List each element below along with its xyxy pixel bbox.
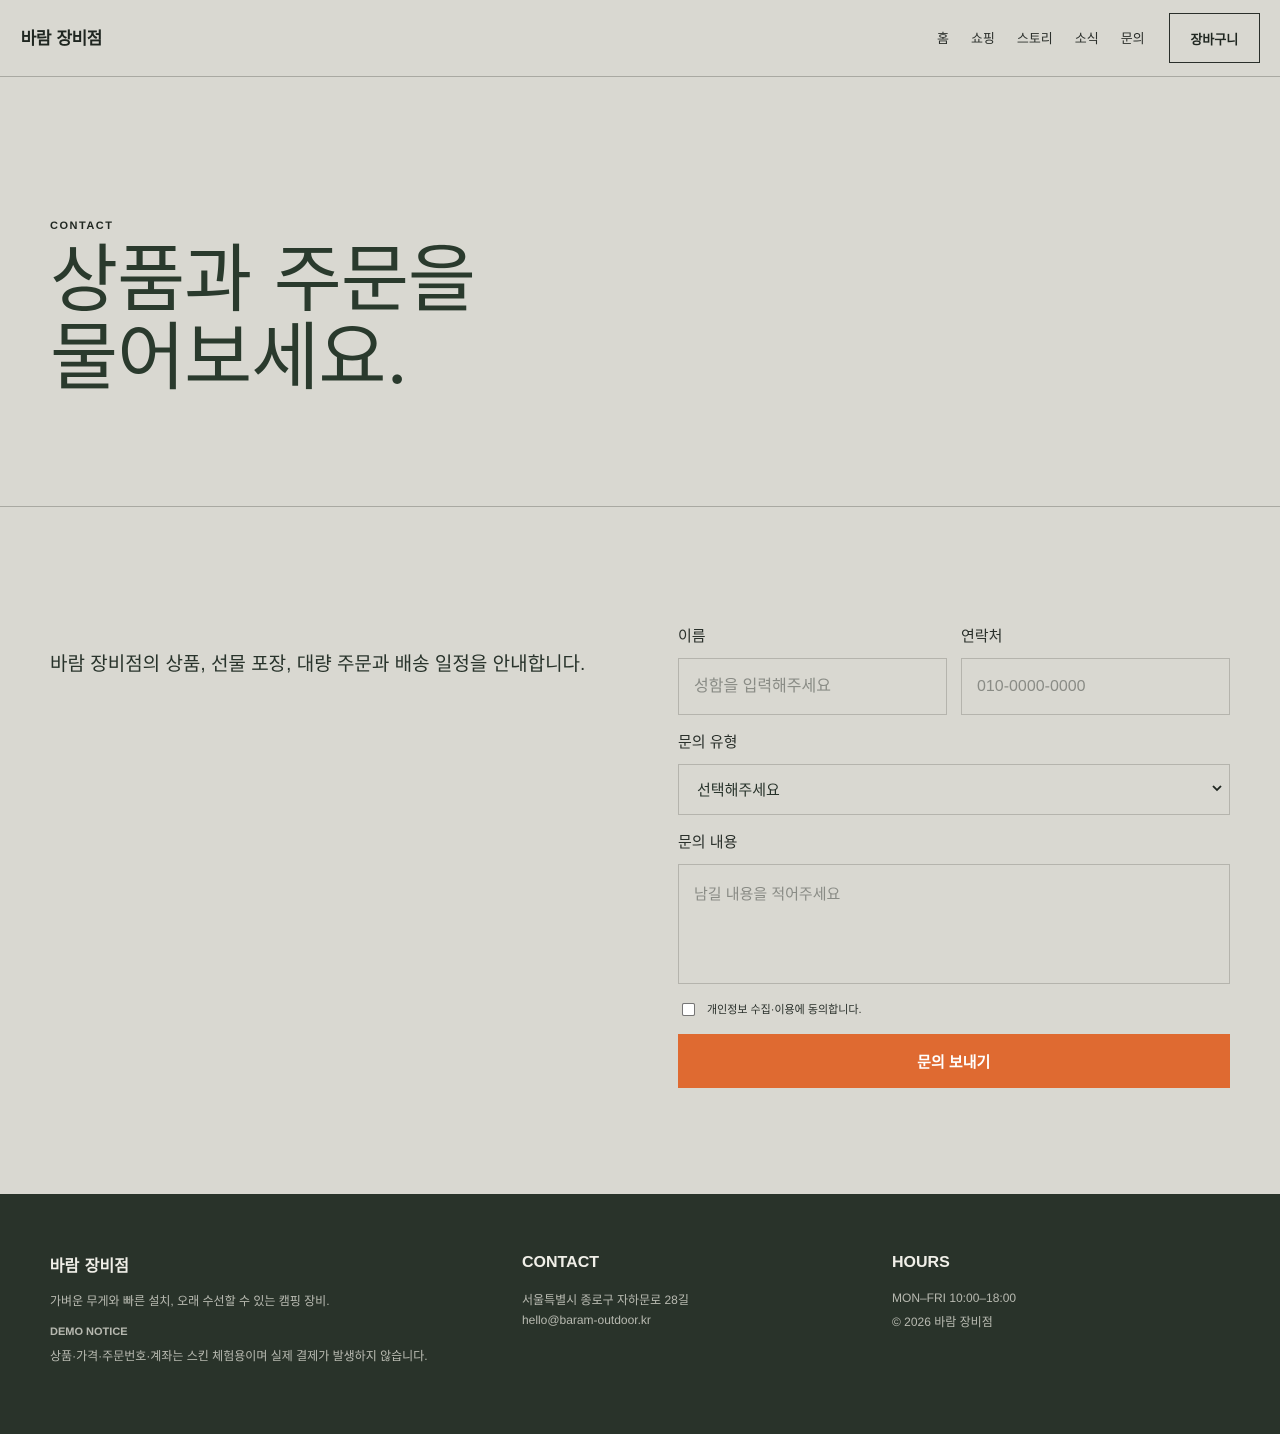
contact-intro: 바람 장비점의 상품, 선물 포장, 대량 주문과 배송 일정을 안내합니다. xyxy=(50,654,586,675)
type-label: 문의 유형 xyxy=(678,734,738,751)
nav-item-contact[interactable]: 문의 xyxy=(1121,28,1145,47)
footer-address: 서울특별시 종로구 자하문로 28길 xyxy=(522,1293,689,1307)
phone-label: 연락처 xyxy=(961,628,1003,645)
name-label: 이름 xyxy=(678,628,706,645)
hero-section: CONTACT 상품과 주문을 물어보세요. xyxy=(0,77,1280,507)
hero-eyebrow: CONTACT xyxy=(50,220,114,232)
site-header: 바람 장비점 홈 쇼핑 스토리 소식 문의 장바구니 xyxy=(0,0,1280,77)
main-nav: 홈 쇼핑 스토리 소식 문의 xyxy=(937,28,1145,47)
nav-item-story[interactable]: 스토리 xyxy=(1017,28,1053,47)
cart-button[interactable]: 장바구니 xyxy=(1169,13,1260,63)
type-group: 문의 유형 선택해주세요 xyxy=(678,731,1230,815)
message-group: 문의 내용 xyxy=(678,831,1230,989)
page-title-line-1: 상품과 주문을 xyxy=(50,237,476,323)
inquiry-type-select[interactable]: 선택해주세요 xyxy=(678,764,1230,815)
footer-hours-heading: HOURS xyxy=(892,1254,950,1271)
consent-row: 개인정보 수집·이용에 동의합니다. xyxy=(678,1001,1230,1017)
footer-tagline: 가벼운 무게와 빠른 설치, 오래 수선할 수 있는 캠핑 장비. xyxy=(50,1294,330,1308)
message-label: 문의 내용 xyxy=(678,834,738,851)
footer-email[interactable]: hello@baram-outdoor.kr xyxy=(522,1313,651,1327)
name-phone-row: 이름 연락처 xyxy=(678,625,1230,715)
nav-item-shop[interactable]: 쇼핑 xyxy=(971,28,995,47)
footer-brand: 바람 장비점 xyxy=(50,1256,130,1275)
footer-notice-text: 상품·가격·주문번호·계좌는 스킨 체험용이며 실제 결제가 발생하지 않습니다… xyxy=(50,1349,428,1363)
footer-notice-title: DEMO NOTICE xyxy=(50,1326,128,1338)
inquiry-type-value: 선택해주세요 xyxy=(697,782,780,799)
message-textarea[interactable] xyxy=(678,864,1230,984)
contact-form: 이름 연락처 문의 유형 선택해주세요 문의 내용 개인정보 수집·이용에 xyxy=(678,625,1230,1088)
page-title-line-2: 물어보세요. xyxy=(50,315,409,401)
nav-item-home[interactable]: 홈 xyxy=(937,28,949,47)
consent-label[interactable]: 개인정보 수집·이용에 동의합니다. xyxy=(707,1001,862,1017)
consent-checkbox[interactable] xyxy=(682,1002,695,1016)
site-footer: 바람 장비점 가벼운 무게와 빠른 설치, 오래 수선할 수 있는 캠핑 장비.… xyxy=(0,1194,1280,1434)
phone-input[interactable] xyxy=(961,658,1230,715)
name-input[interactable] xyxy=(678,658,947,715)
footer-hours: MON–FRI 10:00–18:00 xyxy=(892,1291,1017,1305)
footer-contact-heading: CONTACT xyxy=(522,1254,600,1271)
page-title: 상품과 주문을 물어보세요. xyxy=(50,241,476,397)
phone-group: 연락처 xyxy=(961,625,1230,715)
submit-button[interactable]: 문의 보내기 xyxy=(678,1034,1230,1088)
contact-section: 바람 장비점의 상품, 선물 포장, 대량 주문과 배송 일정을 안내합니다. … xyxy=(0,507,1280,1194)
name-group: 이름 xyxy=(678,625,947,715)
chevron-down-icon xyxy=(1212,785,1222,792)
footer-copyright: © 2026 바람 장비점 xyxy=(892,1315,993,1329)
nav-item-news[interactable]: 소식 xyxy=(1075,28,1099,47)
site-logo[interactable]: 바람 장비점 xyxy=(21,24,103,49)
